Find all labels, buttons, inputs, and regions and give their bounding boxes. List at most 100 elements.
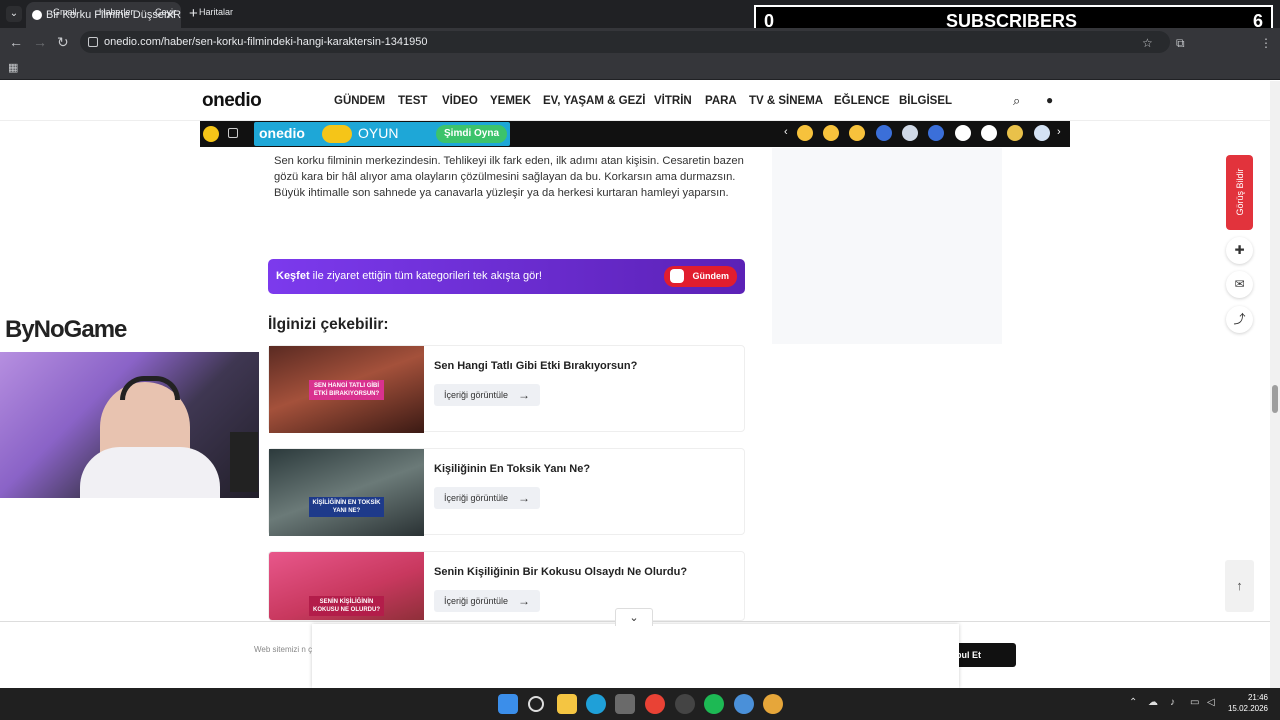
file-explorer-icon[interactable] (557, 694, 577, 714)
chrome-icon[interactable] (645, 694, 665, 714)
bookmark-label: Haberler (99, 7, 134, 17)
related-card[interactable]: SEN HANGİ TATLI GİBİ ETKİ BIRAKIYORSUN? … (268, 345, 745, 433)
related-title-text[interactable]: Senin Kişiliğinin Bir Kokusu Olsaydı Ne … (434, 566, 687, 578)
nav-test[interactable]: TEST (398, 95, 427, 107)
reaction-icons[interactable] (797, 125, 1057, 142)
screen-icon[interactable] (228, 128, 238, 138)
edge-icon[interactable] (586, 694, 606, 714)
browser-menu-icon[interactable]: ⋮ (1260, 35, 1272, 51)
view-content-label: İçeriği görüntüle (444, 493, 509, 503)
kesfet-banner[interactable]: Keşfet ile ziyaret ettiğin tüm kategoril… (268, 259, 745, 294)
collapse-ad-icon[interactable]: ⌄ (615, 608, 653, 626)
nav-eglence[interactable]: EĞLENCE (834, 95, 890, 107)
bookmark-star-icon[interactable]: ☆ (1142, 35, 1153, 51)
streamer-shirt (80, 447, 220, 498)
badge-icon[interactable] (902, 125, 918, 141)
share-icon[interactable]: ⤴ (1226, 306, 1253, 333)
microphone-icon[interactable]: ♪ (1170, 697, 1175, 708)
kesfet-text: ile ziyaret ettiğin tüm kategorileri tek… (309, 270, 542, 282)
game-controller-icon[interactable] (203, 126, 219, 142)
love-emoji-icon[interactable] (797, 125, 813, 141)
gundem-pill-label: Gündem (692, 271, 729, 281)
bookmark-haberler[interactable]: Haberler (85, 6, 134, 18)
news-icon (85, 7, 95, 17)
clock-date: 15.02.2026 (1227, 704, 1268, 713)
webcam-feed (0, 352, 259, 498)
thumbnail-caption: KİŞİLİĞİNİN EN TOKSİK YANI NE? (309, 497, 384, 517)
play-now-button[interactable]: Şimdi Oyna (436, 125, 508, 143)
reactions-next-icon[interactable]: › (1057, 126, 1061, 138)
address-bar[interactable]: onedio.com/haber/sen-korku-filmindeki-ha… (80, 31, 1170, 53)
badge-icon[interactable] (1034, 125, 1050, 141)
badge-icon[interactable] (876, 125, 892, 141)
microphone-arm (230, 432, 258, 492)
arrow-right-icon: → (518, 594, 530, 608)
forward-icon[interactable]: → (33, 34, 47, 50)
bookmark-add-icon[interactable]: ✚ (1226, 237, 1253, 264)
volume-icon[interactable]: ◁ (1207, 697, 1215, 708)
arrow-right-icon: → (518, 388, 530, 402)
scrollbar-thumb[interactable] (1272, 385, 1278, 413)
related-title-text[interactable]: Sen Hangi Tatlı Gibi Etki Bırakıyorsun? (434, 360, 637, 372)
translate-icon (141, 7, 151, 17)
related-card[interactable]: SENİN KİŞİLİĞİNİN KOKUSU NE OLURDU? Seni… (268, 551, 745, 621)
badge-icon[interactable] (1007, 125, 1023, 141)
thumbnail-caption: SEN HANGİ TATLI GİBİ ETKİ BIRAKIYORSUN? (309, 380, 384, 400)
ok-badge-icon[interactable] (981, 125, 997, 141)
obs-icon[interactable] (675, 694, 695, 714)
nav-para[interactable]: PARA (705, 95, 737, 107)
cloud-icon[interactable]: ☁ (1148, 697, 1158, 708)
view-content-button[interactable]: İçeriği görüntüle → (434, 590, 540, 612)
user-icon[interactable]: ● (1046, 93, 1053, 107)
cookie-text: Web sitemizi n çerezler kullan (254, 645, 314, 654)
nav-tv-sinema[interactable]: TV & SİNEMA (749, 95, 823, 107)
bookmark-haritalar[interactable]: Haritalar (185, 6, 233, 18)
bookmark-gmail[interactable]: Gmail (39, 6, 77, 18)
start-icon[interactable] (498, 694, 518, 714)
view-content-button[interactable]: İçeriği görüntüle → (434, 487, 540, 509)
extensions-icon[interactable]: ⧉ (1176, 35, 1185, 51)
bookmarks-bar (0, 56, 1280, 80)
related-title-text[interactable]: Kişiliğinin En Toksik Yanı Ne? (434, 463, 590, 475)
badge-icon[interactable] (928, 125, 944, 141)
laugh-emoji-icon[interactable] (849, 125, 865, 141)
nav-ev-yasam-gezi[interactable]: EV, YAŞAM & GEZİ (543, 95, 645, 107)
feedback-button[interactable]: Görüş Bildir (1226, 155, 1253, 230)
store-icon[interactable] (615, 694, 635, 714)
back-icon[interactable]: ← (9, 34, 23, 50)
article-paragraph: Sen korku filminin merkezindesin. Tehlik… (274, 155, 744, 199)
onedio-logo[interactable]: onedio (202, 90, 262, 112)
headphones-icon (120, 376, 180, 400)
search-icon[interactable]: ⌕ (1013, 93, 1020, 109)
tab-search-icon[interactable]: ⌄ (6, 6, 22, 22)
nav-yemek[interactable]: YEMEK (490, 95, 531, 107)
sad-emoji-icon[interactable] (823, 125, 839, 141)
chrome-profile-icon[interactable] (734, 694, 754, 714)
reload-icon[interactable]: ↻ (57, 34, 69, 50)
apps-grid-icon[interactable]: ▦ (8, 60, 18, 76)
app-icon[interactable] (763, 694, 783, 714)
search-taskbar-icon[interactable] (528, 696, 544, 712)
taskbar-clock[interactable]: 21:46 15.02.2026 (1224, 692, 1268, 714)
nav-video[interactable]: VİDEO (442, 95, 478, 107)
reactions-prev-icon[interactable]: ‹ (784, 126, 788, 138)
site-info-icon[interactable] (88, 37, 98, 47)
bottom-ad-container (312, 624, 959, 688)
tray-chevron-icon[interactable]: ⌃ (1129, 697, 1137, 708)
bookmark-cevir[interactable]: Çevir (141, 6, 176, 18)
related-heading: İlginizi çekebilir: (268, 316, 389, 333)
onedio-oyun-banner[interactable]: onedio OYUN Şimdi Oyna (254, 122, 510, 146)
comments-icon[interactable]: ✉ (1226, 271, 1253, 298)
bookmark-label: Çevir (155, 7, 177, 17)
nav-vitrin[interactable]: VİTRİN (654, 95, 692, 107)
network-icon[interactable]: ▭ (1190, 697, 1199, 708)
view-content-button[interactable]: İçeriği görüntüle → (434, 384, 540, 406)
bookmark-label: Gmail (53, 7, 77, 17)
spotify-icon[interactable] (704, 694, 724, 714)
badge-icon[interactable] (955, 125, 971, 141)
nav-gundem[interactable]: GÜNDEM (334, 95, 385, 107)
nav-bilgisel[interactable]: BİLGİSEL (899, 95, 952, 107)
related-card[interactable]: KİŞİLİĞİNİN EN TOKSİK YANI NE? Kişiliğin… (268, 448, 745, 536)
gundem-pill[interactable]: Gündem (664, 266, 737, 287)
scroll-top-icon[interactable]: ↑ (1225, 560, 1254, 612)
